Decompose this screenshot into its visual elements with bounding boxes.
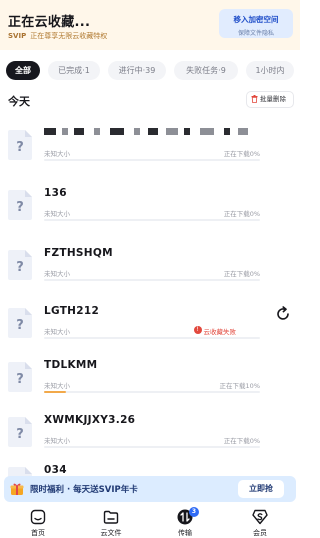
trash-icon: [251, 95, 258, 103]
unknown-file-icon: ?: [8, 190, 32, 220]
redacted-name-block: [62, 128, 68, 135]
nav-cloud-files[interactable]: 云文件: [89, 509, 133, 538]
download-progress-fill: [44, 391, 66, 393]
tab-in-progress[interactable]: 进行中·39: [108, 61, 166, 80]
nav-vip[interactable]: 会员: [238, 509, 282, 538]
promo-text: 限时福利 · 每天送SVIP年卡: [30, 485, 138, 495]
section-title-today: 今天: [8, 95, 30, 108]
transfer-item[interactable]: ? 136 未知大小 正在下载0%: [0, 178, 300, 236]
nav-transfer-label: 传输: [178, 529, 192, 537]
banner-subtitle: SVIP 正在尊享无限云收藏特权: [8, 31, 107, 41]
unknown-file-icon: ?: [8, 362, 32, 392]
nav-home[interactable]: 首页: [16, 509, 60, 538]
redacted-name-block: [148, 128, 158, 135]
filter-tabs: 全部 已完成·1 进行中·39 失败任务·9 1小时内: [0, 59, 300, 83]
tab-failed[interactable]: 失败任务·9: [174, 61, 238, 80]
error-status-text: 云收藏失败: [203, 328, 237, 336]
tab-completed[interactable]: 已完成·1: [48, 61, 100, 80]
redacted-name-block: [166, 128, 178, 135]
file-name: XWMKJJXY3.26: [44, 414, 136, 426]
file-size: 未知大小: [44, 328, 70, 336]
unknown-file-icon: ?: [8, 417, 32, 447]
redacted-name-block: [200, 128, 214, 135]
redacted-name-block: [110, 128, 124, 135]
transfer-item[interactable]: ? 未知大小 正在下载0%: [0, 118, 300, 176]
svg-text:?: ?: [16, 200, 24, 215]
file-size: 未知大小: [44, 210, 70, 218]
download-progress-bar: [44, 446, 260, 448]
download-progress-bar: [44, 337, 260, 339]
redacted-name-block: [224, 128, 230, 135]
download-status: 正在下载0%: [223, 270, 260, 278]
svg-text:?: ?: [16, 140, 24, 155]
file-size: 未知大小: [44, 382, 70, 390]
file-name: 136: [44, 187, 67, 199]
file-name: 034: [44, 464, 67, 476]
redacted-name-block: [74, 128, 84, 135]
home-icon: [30, 509, 46, 525]
folder-icon: [103, 510, 119, 524]
grab-now-button[interactable]: 立即抢: [238, 480, 284, 498]
vault-button-sublabel: 保障文件隐私: [237, 30, 274, 37]
download-status: 正在下载0%: [223, 437, 260, 445]
redacted-name-block: [44, 128, 56, 135]
unknown-file-icon: ?: [8, 130, 32, 160]
svg-text:?: ?: [16, 260, 24, 275]
retry-icon[interactable]: [275, 306, 291, 322]
banner-subtitle-text: 正在尊享无限云收藏特权: [30, 32, 108, 40]
nav-home-label: 首页: [31, 529, 45, 537]
file-size: 未知大小: [44, 437, 70, 445]
nav-transfer[interactable]: 3 传输: [163, 507, 207, 538]
file-size: 未知大小: [44, 150, 70, 158]
redacted-name-block: [238, 128, 248, 135]
svg-text:?: ?: [16, 427, 24, 442]
file-name: LGTH212: [44, 305, 100, 317]
banner-title: 正在云收藏...: [8, 15, 91, 30]
batch-delete-label: 批量删除: [260, 95, 286, 103]
vault-button-label: 移入加密空间: [233, 15, 279, 24]
error-status: ! 云收藏失败: [193, 326, 237, 336]
svg-text:?: ?: [16, 318, 24, 333]
file-name: FZTHSHQM: [44, 247, 113, 259]
transfer-item[interactable]: ? TDLKMM 未知大小 正在下载10%: [0, 350, 300, 408]
unknown-file-icon: ?: [8, 308, 32, 338]
transfer-item[interactable]: ? FZTHSHQM 未知大小 正在下载0%: [0, 238, 300, 296]
download-status: 正在下载10%: [219, 382, 260, 390]
download-progress-bar: [44, 159, 260, 161]
download-progress-bar: [44, 279, 260, 281]
tab-all[interactable]: 全部: [6, 61, 40, 80]
error-icon: !: [193, 326, 202, 334]
promo-bar[interactable]: 限时福利 · 每天送SVIP年卡 立即抢: [4, 476, 296, 502]
redacted-name-block: [134, 128, 140, 135]
nav-vip-label: 会员: [253, 529, 267, 537]
download-progress-bar: [44, 219, 260, 221]
download-status: 正在下载0%: [223, 150, 260, 158]
download-progress-bar: [44, 391, 260, 393]
download-status: 正在下载0%: [223, 210, 260, 218]
unknown-file-icon: ?: [8, 250, 32, 280]
redacted-name-block: [184, 128, 190, 135]
svg-text:?: ?: [16, 372, 24, 387]
batch-delete-button[interactable]: 批量删除: [246, 91, 294, 108]
gift-icon: [10, 483, 24, 495]
vip-icon: [252, 509, 268, 525]
nav-cloud-files-label: 云文件: [100, 529, 122, 537]
bottom-nav: 首页 云文件 3 传输 会员: [0, 505, 300, 538]
cloud-collect-banner: 正在云收藏... SVIP 正在尊享无限云收藏特权 移入加密空间 保障文件隐私: [0, 0, 300, 50]
file-name: TDLKMM: [44, 359, 98, 371]
move-to-vault-button[interactable]: 移入加密空间 保障文件隐私: [219, 9, 293, 38]
file-size: 未知大小: [44, 270, 70, 278]
tab-within-hour[interactable]: 1小时内: [246, 61, 294, 80]
redacted-name-block: [94, 128, 100, 135]
transfer-item[interactable]: ? LGTH212 未知大小! 云收藏失败: [0, 296, 300, 354]
transfer-badge: 3: [189, 507, 199, 517]
svip-badge: SVIP: [8, 32, 27, 40]
